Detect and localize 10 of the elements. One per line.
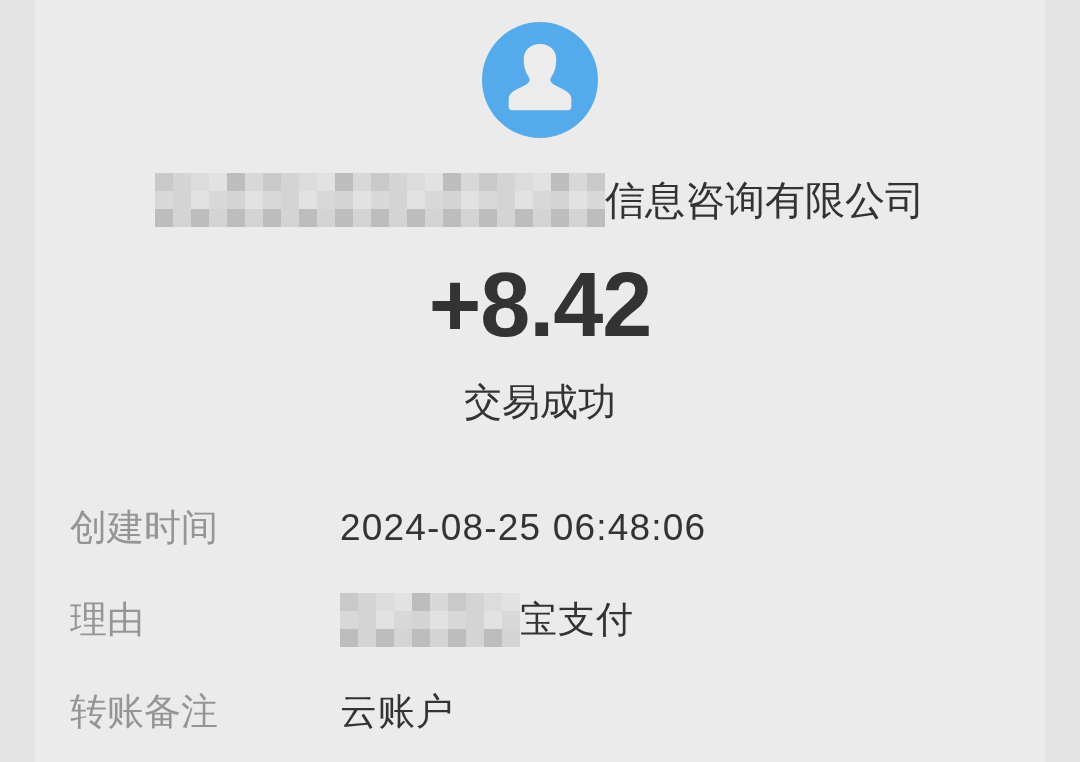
payee-name: 信息咨询有限公司 (605, 177, 925, 224)
detail-value: 云账户 (340, 690, 455, 734)
detail-value: 宝支付 (520, 598, 635, 642)
detail-value: 2024-08-25 06:48:06 (340, 506, 707, 550)
detail-label: 转账备注 (70, 690, 219, 734)
detail-label: 理由 (70, 598, 145, 642)
amount: +8.42 (428, 255, 652, 355)
transaction-status: 交易成功 (464, 380, 616, 425)
detail-label: 创建时间 (70, 506, 219, 550)
avatar-icon (482, 22, 598, 138)
